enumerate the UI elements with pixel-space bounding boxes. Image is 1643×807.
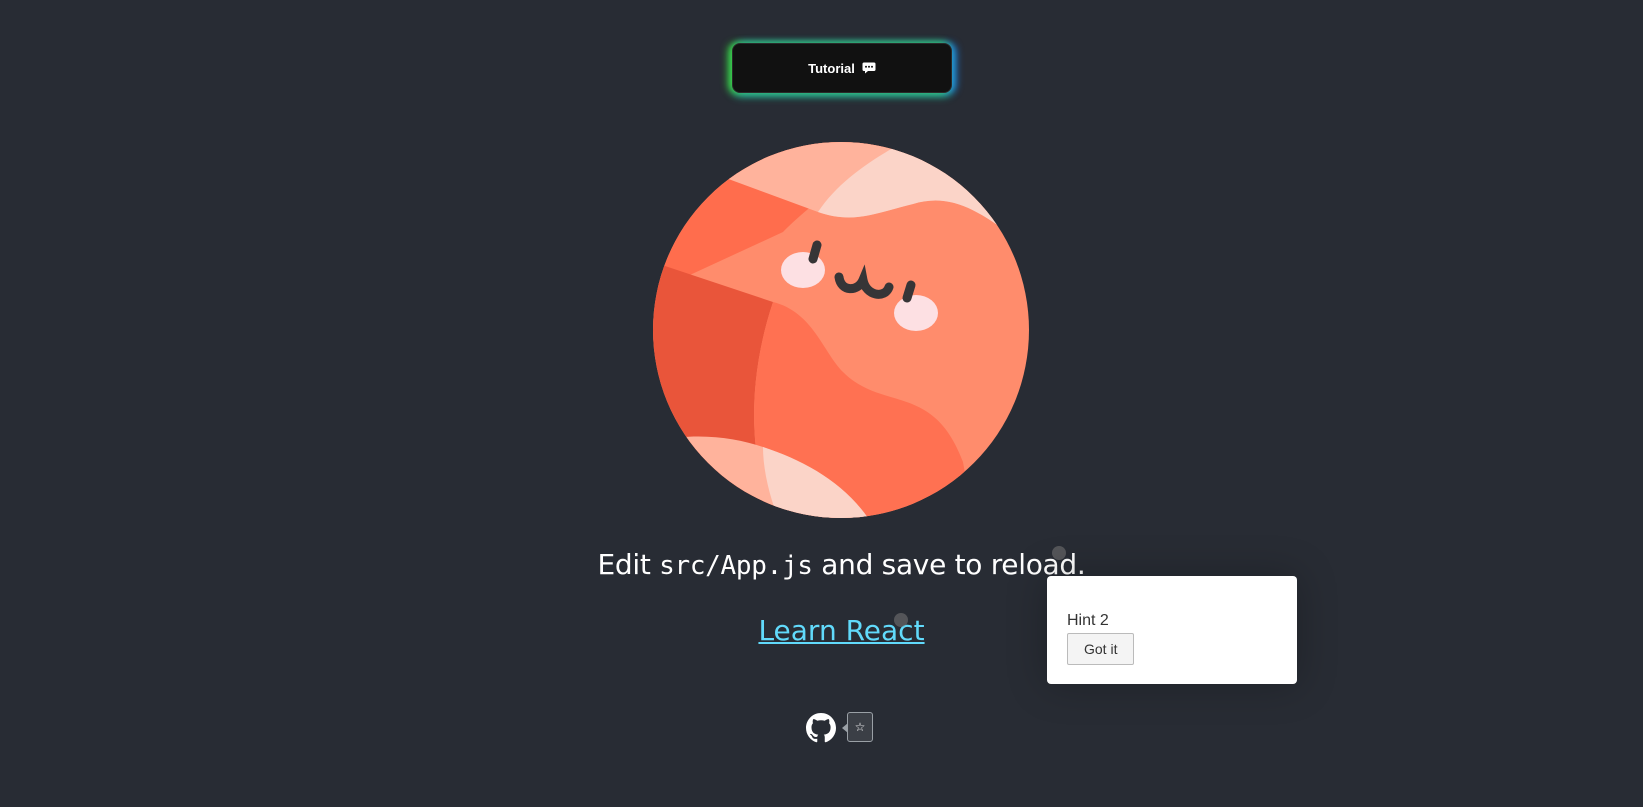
- hint-title: Hint 2: [1067, 612, 1109, 629]
- edit-text-prefix: Edit: [597, 548, 660, 581]
- learn-link-container: Learn React: [0, 614, 1643, 647]
- hint-beacon-2[interactable]: [894, 613, 908, 627]
- tutorial-button[interactable]: Tutorial: [732, 43, 952, 93]
- code-filename: src/App.js: [659, 551, 813, 581]
- hint-beacon-1[interactable]: [1052, 546, 1066, 560]
- chat-bubble-icon: [862, 62, 876, 74]
- app-page: Tutorial Edit src/App.js and save to rel…: [0, 0, 1643, 807]
- edit-instructions: Edit src/App.js and save to reload.: [0, 548, 1643, 581]
- got-it-button[interactable]: Got it: [1067, 633, 1135, 665]
- star-icon: ☆: [854, 720, 866, 734]
- star-button[interactable]: ☆: [842, 712, 873, 742]
- hint-popup: Hint 2 Got it: [1047, 576, 1297, 684]
- tutorial-button-label: Tutorial: [808, 60, 855, 76]
- edit-text-suffix: and save to reload.: [812, 548, 1086, 581]
- github-icon[interactable]: [806, 713, 836, 743]
- planet-logo: [653, 142, 1029, 518]
